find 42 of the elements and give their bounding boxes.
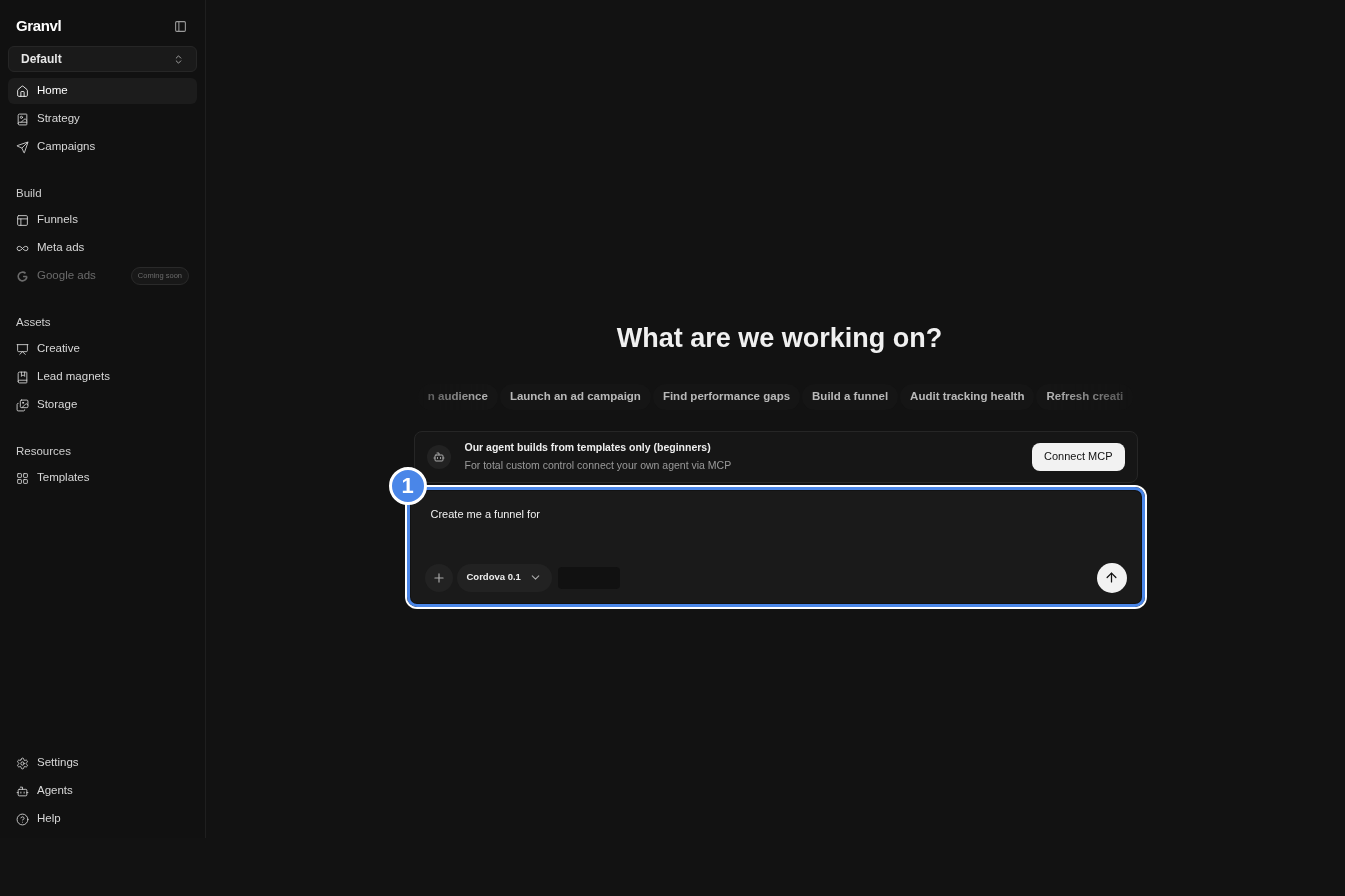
nav-item[interactable]: Help xyxy=(8,806,197,832)
nav-item[interactable]: Agents xyxy=(8,778,197,804)
images-icon xyxy=(16,398,29,412)
nav-item[interactable]: Funnels xyxy=(8,207,197,233)
nav-item[interactable]: Lead magnets xyxy=(8,364,197,390)
prompt-input[interactable]: Create me a funnel for xyxy=(430,505,1121,522)
nav-item[interactable]: Strategy xyxy=(8,106,197,132)
g-logo-icon xyxy=(16,269,29,283)
nav-item[interactable]: Storage xyxy=(8,392,197,418)
logo: Granvl xyxy=(16,15,62,36)
paper-plane-icon xyxy=(16,140,29,154)
nav-item[interactable]: Home xyxy=(8,78,197,104)
nav-item[interactable]: Templates xyxy=(8,465,197,491)
page-title: What are we working on? xyxy=(616,322,943,355)
layout-icon xyxy=(16,213,29,227)
presentation-icon xyxy=(16,342,29,356)
send-button[interactable] xyxy=(1096,562,1127,593)
nav-item[interactable]: Meta ads xyxy=(8,235,197,261)
nav-item[interactable]: Creative xyxy=(8,336,197,362)
annotation-badge: 1 xyxy=(388,466,427,505)
section-heading: Assets xyxy=(15,315,52,331)
house-icon xyxy=(16,84,29,98)
book-icon xyxy=(16,112,29,126)
panel-icon xyxy=(174,19,187,33)
section-heading: Build xyxy=(15,186,43,202)
notice-text: For total custom control connect your own agent via MCP xyxy=(464,457,733,473)
bookmark-book-icon xyxy=(16,370,29,384)
nav-item[interactable]: Settings xyxy=(8,750,197,776)
help-icon xyxy=(16,812,29,826)
connect-mcp-button[interactable]: Connect MCP xyxy=(1032,442,1125,471)
section-heading: Resources xyxy=(15,444,72,460)
workspace-select[interactable]: Default xyxy=(8,46,197,72)
settings-icon xyxy=(16,756,29,770)
up-down-chevron-icon xyxy=(173,53,184,65)
robot-icon xyxy=(16,784,29,798)
add-button[interactable] xyxy=(424,563,453,592)
nav-item[interactable]: Campaigns xyxy=(8,134,197,160)
robot-icon xyxy=(426,444,451,469)
plus-icon xyxy=(431,570,446,585)
model-select[interactable]: Cordova 0.1 xyxy=(456,563,552,592)
grid-icon xyxy=(16,471,29,485)
notice-title: Our agent builds from templates only (beginners) xyxy=(464,439,712,455)
